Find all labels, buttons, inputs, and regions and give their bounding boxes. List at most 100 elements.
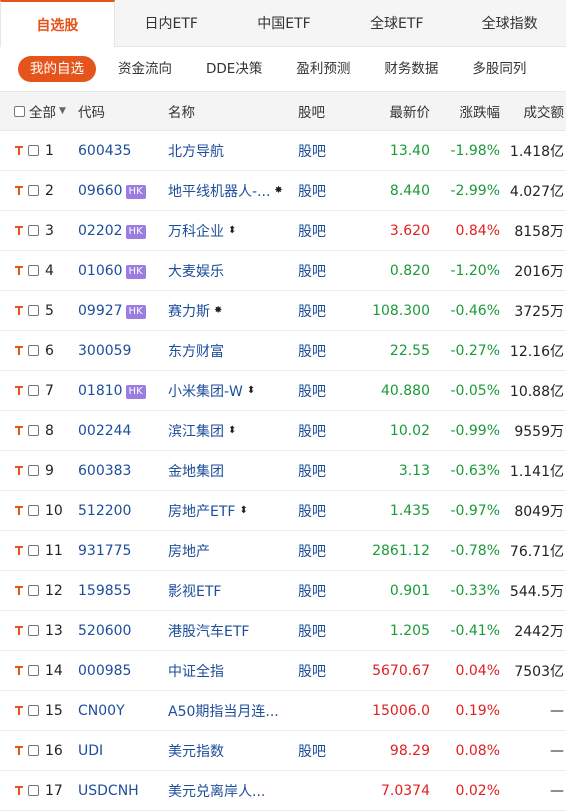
pin-to-top-icon[interactable] bbox=[14, 744, 26, 758]
stock-name[interactable]: 大麦娱乐 bbox=[168, 261, 298, 281]
stock-code-link[interactable]: 300059 bbox=[78, 343, 131, 359]
row-checkbox[interactable] bbox=[28, 585, 39, 596]
forum-link[interactable]: 股吧 bbox=[298, 141, 352, 161]
row-checkbox[interactable] bbox=[28, 465, 39, 476]
stock-name-link[interactable]: 小米集团-W bbox=[168, 381, 243, 401]
header-price[interactable]: 最新价 bbox=[352, 101, 431, 121]
stock-code-link[interactable]: 931775 bbox=[78, 543, 131, 559]
pin-to-top-icon[interactable] bbox=[14, 664, 26, 678]
row-checkbox[interactable] bbox=[28, 785, 39, 796]
table-row[interactable]: 6 300059 东方财富 股吧 22.55 -0.27% 12.16亿 bbox=[0, 331, 566, 371]
stock-code[interactable]: 02202 HK bbox=[78, 223, 168, 239]
stock-code[interactable]: USDCNH bbox=[78, 783, 168, 799]
stock-name[interactable]: 万科企业 ⬍ bbox=[168, 221, 298, 241]
table-row[interactable]: 7 01810 HK 小米集团-W ⬍ 股吧 40.880 -0.05% 10.88亿 bbox=[0, 371, 566, 411]
table-row[interactable]: 2 09660 HK 地平线机器人-... ✸ 股吧 8.440 -2.99% 4.027亿 bbox=[0, 171, 566, 211]
tab-watchlist[interactable]: 自选股 bbox=[0, 0, 115, 47]
forum-link[interactable]: 股吧 bbox=[298, 461, 352, 481]
stock-name[interactable]: 滨江集团 ⬍ bbox=[168, 421, 298, 441]
table-row[interactable]: 1 600435 北方导航 股吧 13.40 -1.98% 1.418亿 bbox=[0, 131, 566, 171]
row-checkbox[interactable] bbox=[28, 665, 39, 676]
stock-code-link[interactable]: 600435 bbox=[78, 143, 131, 159]
table-row[interactable]: 14 000985 中证全指 股吧 5670.67 0.04% 7503亿 bbox=[0, 651, 566, 691]
stock-code-link[interactable]: 09927 bbox=[78, 303, 123, 319]
forum-link[interactable]: 股吧 bbox=[298, 621, 352, 641]
table-row[interactable]: 10 512200 房地产ETF ⬍ 股吧 1.435 -0.97% 8049万 bbox=[0, 491, 566, 531]
forum-link[interactable]: 股吧 bbox=[298, 581, 352, 601]
stock-code-link[interactable]: CN00Y bbox=[78, 703, 125, 719]
stock-name[interactable]: 地平线机器人-... ✸ bbox=[168, 181, 298, 201]
table-row[interactable]: 13 520600 港股汽车ETF 股吧 1.205 -0.41% 2442万 bbox=[0, 611, 566, 651]
table-row[interactable]: 15 CN00Y A50期指当月连... 15006.0 0.19% — bbox=[0, 691, 566, 731]
stock-name[interactable]: 房地产ETF ⬍ bbox=[168, 501, 298, 521]
stock-code-link[interactable]: 000985 bbox=[78, 663, 131, 679]
stock-code[interactable]: 09660 HK bbox=[78, 183, 168, 199]
stock-name[interactable]: 影视ETF bbox=[168, 581, 298, 601]
forum-link[interactable]: 股吧 bbox=[298, 341, 352, 361]
table-row[interactable]: 16 UDI 美元指数 股吧 98.29 0.08% — bbox=[0, 731, 566, 771]
pin-to-top-icon[interactable] bbox=[14, 424, 26, 438]
row-checkbox[interactable] bbox=[28, 145, 39, 156]
table-row[interactable]: 5 09927 HK 赛力斯 ✸ 股吧 108.300 -0.46% 3725万 bbox=[0, 291, 566, 331]
row-checkbox[interactable] bbox=[28, 265, 39, 276]
stock-code[interactable]: 159855 bbox=[78, 583, 168, 599]
stock-name[interactable]: 房地产 bbox=[168, 541, 298, 561]
stock-name-link[interactable]: 地平线机器人-... bbox=[168, 181, 270, 201]
forum-link[interactable]: 股吧 bbox=[298, 301, 352, 321]
pin-to-top-icon[interactable] bbox=[14, 184, 26, 198]
forum-link[interactable]: 股吧 bbox=[298, 181, 352, 201]
stock-code[interactable]: 000985 bbox=[78, 663, 168, 679]
forum-link[interactable]: 股吧 bbox=[298, 741, 352, 761]
stock-code[interactable]: 01810 HK bbox=[78, 383, 168, 399]
stock-code-link[interactable]: 01060 bbox=[78, 263, 123, 279]
stock-name-link[interactable]: 影视ETF bbox=[168, 581, 221, 601]
table-row[interactable]: 3 02202 HK 万科企业 ⬍ 股吧 3.620 0.84% 8158万 bbox=[0, 211, 566, 251]
subtab-multi-stock[interactable]: 多股同列 bbox=[460, 56, 538, 82]
pin-to-top-icon[interactable] bbox=[14, 584, 26, 598]
row-checkbox[interactable] bbox=[28, 305, 39, 316]
pin-to-top-icon[interactable] bbox=[14, 384, 26, 398]
stock-name-link[interactable]: 北方导航 bbox=[168, 141, 224, 161]
stock-code[interactable]: 002244 bbox=[78, 423, 168, 439]
tab-intraday-etf[interactable]: 日内ETF bbox=[115, 0, 228, 46]
pin-to-top-icon[interactable] bbox=[14, 144, 26, 158]
subtab-earnings-forecast[interactable]: 盈利预测 bbox=[284, 56, 362, 82]
forum-link[interactable]: 股吧 bbox=[298, 541, 352, 561]
pin-to-top-icon[interactable] bbox=[14, 344, 26, 358]
stock-code-link[interactable]: UDI bbox=[78, 743, 103, 759]
stock-name-link[interactable]: 房地产 bbox=[168, 541, 210, 561]
forum-link[interactable]: 股吧 bbox=[298, 421, 352, 441]
header-volume[interactable]: 成交额 bbox=[500, 101, 565, 121]
stock-code-link[interactable]: 02202 bbox=[78, 223, 123, 239]
pin-to-top-icon[interactable] bbox=[14, 544, 26, 558]
tab-china-etf[interactable]: 中国ETF bbox=[228, 0, 341, 46]
stock-code[interactable]: 300059 bbox=[78, 343, 168, 359]
table-row[interactable]: 17 USDCNH 美元兑离岸人... 7.0374 0.02% — bbox=[0, 771, 566, 811]
stock-name-link[interactable]: 滨江集团 bbox=[168, 421, 224, 441]
stock-name-link[interactable]: 金地集团 bbox=[168, 461, 224, 481]
stock-code-link[interactable]: 512200 bbox=[78, 503, 131, 519]
stock-name[interactable]: 赛力斯 ✸ bbox=[168, 301, 298, 321]
pin-to-top-icon[interactable] bbox=[14, 464, 26, 478]
row-checkbox[interactable] bbox=[28, 745, 39, 756]
chevron-down-icon[interactable]: ▼ bbox=[59, 106, 66, 116]
forum-link[interactable]: 股吧 bbox=[298, 381, 352, 401]
table-row[interactable]: 4 01060 HK 大麦娱乐 股吧 0.820 -1.20% 2016万 bbox=[0, 251, 566, 291]
stock-code-link[interactable]: 600383 bbox=[78, 463, 131, 479]
row-checkbox[interactable] bbox=[28, 705, 39, 716]
stock-code-link[interactable]: 01810 bbox=[78, 383, 123, 399]
row-checkbox[interactable] bbox=[28, 545, 39, 556]
stock-name-link[interactable]: 中证全指 bbox=[168, 661, 224, 681]
table-row[interactable]: 11 931775 房地产 股吧 2861.12 -0.78% 76.71亿 bbox=[0, 531, 566, 571]
stock-code-link[interactable]: 002244 bbox=[78, 423, 131, 439]
stock-name-link[interactable]: 美元兑离岸人... bbox=[168, 781, 265, 801]
header-code[interactable]: 代码 bbox=[78, 101, 168, 121]
stock-name[interactable]: 北方导航 bbox=[168, 141, 298, 161]
forum-link[interactable]: 股吧 bbox=[298, 501, 352, 521]
table-row[interactable]: 8 002244 滨江集团 ⬍ 股吧 10.02 -0.99% 9559万 bbox=[0, 411, 566, 451]
row-checkbox[interactable] bbox=[28, 625, 39, 636]
pin-to-top-icon[interactable] bbox=[14, 504, 26, 518]
forum-link[interactable]: 股吧 bbox=[298, 261, 352, 281]
forum-link[interactable]: 股吧 bbox=[298, 221, 352, 241]
select-all-checkbox[interactable] bbox=[14, 105, 25, 117]
